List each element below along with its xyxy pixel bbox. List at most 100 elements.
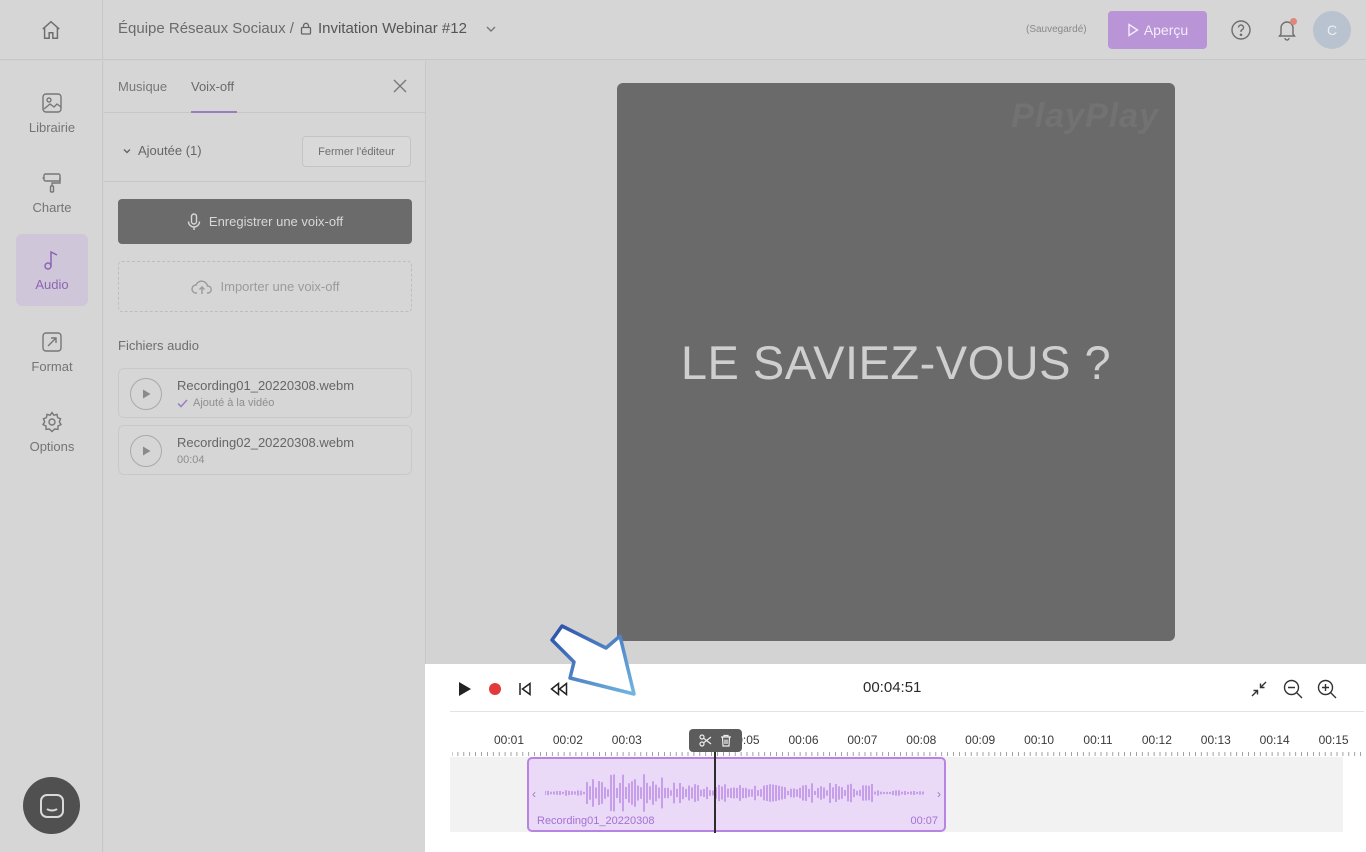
chat-icon — [39, 793, 64, 818]
zoom-in-button[interactable] — [1317, 679, 1337, 699]
skip-start-icon — [519, 682, 531, 696]
avatar[interactable]: C — [1313, 11, 1351, 49]
microphone-icon — [187, 212, 201, 230]
notification-dot — [1290, 18, 1297, 25]
breadcrumb: Équipe Réseaux Sociaux / Invitation Webi… — [118, 20, 499, 37]
import-label: Importer une voix-off — [220, 279, 340, 294]
timeline-divider — [450, 711, 1364, 712]
tick-label: 00:01 — [493, 733, 525, 747]
check-icon — [177, 398, 188, 408]
tick-label: 00:11 — [1083, 733, 1113, 747]
trash-icon[interactable] — [720, 734, 732, 747]
tick-label: 00:14 — [1259, 733, 1290, 747]
collapse-icon — [1251, 681, 1267, 697]
added-section: Ajoutée (1) Fermer l'éditeur — [104, 114, 426, 182]
nav-label: Librairie — [28, 119, 76, 135]
record-voiceover-button[interactable]: Enregistrer une voix-off — [118, 199, 412, 244]
record-button[interactable] — [485, 679, 505, 699]
nav-item-audio[interactable]: Audio — [16, 234, 88, 306]
time-ruler[interactable] — [452, 750, 1364, 756]
current-time: 00:04:51 — [863, 679, 922, 696]
play-outline-icon — [1128, 23, 1139, 37]
breadcrumb-team[interactable]: Équipe Réseaux Sociaux / — [118, 20, 294, 37]
list-item[interactable]: Recording01_20220308.webm Ajouté à la vi… — [118, 368, 412, 418]
preview-button[interactable]: Aperçu — [1108, 11, 1207, 49]
file-status: Ajouté à la vidéo — [177, 397, 274, 409]
project-title[interactable]: Invitation Webinar #12 — [318, 20, 467, 37]
top-bar: Équipe Réseaux Sociaux / Invitation Webi… — [0, 0, 1366, 60]
tab-musique[interactable]: Musique — [118, 79, 167, 94]
play-icon — [459, 682, 471, 696]
scissors-icon[interactable] — [699, 734, 712, 747]
nav-item-charte[interactable]: Charte — [16, 157, 88, 229]
audio-clip[interactable]: ‹ › Recording01_20220308 00:07 — [527, 757, 946, 832]
zoom-in-icon — [1317, 679, 1337, 699]
voiceover-panel: Musique Voix-off Ajoutée (1) Fermer l'éd… — [104, 61, 426, 852]
nav-item-options[interactable]: Options — [16, 396, 88, 468]
file-name: Recording01_20220308.webm — [177, 378, 355, 393]
file-duration: 00:04 — [177, 454, 205, 466]
close-icon[interactable] — [391, 77, 409, 95]
watermark-logo: PlayPlay — [1011, 97, 1159, 135]
close-editor-button[interactable]: Fermer l'éditeur — [302, 136, 411, 167]
clip-trim-right-icon[interactable]: › — [937, 787, 941, 801]
tick-label: 00:09 — [965, 733, 996, 747]
home-button[interactable] — [0, 0, 103, 60]
panel-tabs: Musique Voix-off — [104, 61, 426, 113]
lock-icon — [300, 22, 312, 35]
slide-headline[interactable]: LE SAVIEZ-VOUS ? — [617, 335, 1175, 390]
paint-roller-icon — [42, 172, 61, 193]
files-title: Fichiers audio — [118, 338, 199, 353]
play-button[interactable] — [130, 435, 162, 467]
nav-label: Charte — [32, 199, 72, 215]
play-icon — [142, 389, 150, 399]
fit-timeline-button[interactable] — [1249, 679, 1269, 699]
tick-label: 00:02 — [552, 733, 583, 747]
chevron-down-icon[interactable] — [483, 21, 499, 37]
tab-voix-off[interactable]: Voix-off — [191, 79, 234, 94]
pointer-arrow-icon — [550, 624, 636, 696]
chat-launcher-button[interactable] — [23, 777, 80, 834]
help-button[interactable] — [1229, 18, 1253, 42]
zoom-out-icon — [1283, 679, 1303, 699]
chevron-down-icon — [123, 148, 131, 153]
music-note-icon — [44, 250, 58, 270]
waveform — [545, 774, 924, 812]
nav-label: Options — [29, 438, 75, 454]
playhead[interactable] — [714, 739, 716, 833]
play-icon — [142, 446, 150, 456]
list-item[interactable]: Recording02_20220308.webm 00:04 — [118, 425, 412, 475]
tick-label: 00:06 — [788, 733, 819, 747]
play-button[interactable] — [455, 679, 475, 699]
nav-item-format[interactable]: Format — [16, 316, 88, 388]
tick-label: 00:08 — [906, 733, 937, 747]
help-icon — [1231, 20, 1251, 40]
tick-label: 00:13 — [1200, 733, 1231, 747]
added-label: Ajoutée (1) — [138, 143, 202, 158]
home-icon — [42, 20, 60, 39]
nav-label: Format — [31, 358, 73, 374]
skip-start-button[interactable] — [515, 679, 535, 699]
active-tab-indicator — [191, 111, 237, 113]
notifications-button[interactable] — [1275, 18, 1299, 42]
playhead-tools — [689, 729, 742, 752]
nav-item-librairie[interactable]: Librairie — [16, 77, 88, 149]
preview-stage: PlayPlay LE SAVIEZ-VOUS ? — [427, 61, 1366, 664]
record-label: Enregistrer une voix-off — [208, 214, 344, 229]
nav-label: Audio — [35, 276, 69, 292]
clip-trim-left-icon[interactable]: ‹ — [532, 787, 536, 801]
tick-label: 00:12 — [1141, 733, 1172, 747]
clip-name: Recording01_20220308 — [537, 815, 655, 827]
file-status-label: Ajouté à la vidéo — [193, 397, 275, 409]
file-name: Recording02_20220308.webm — [177, 435, 355, 450]
resize-icon — [42, 331, 62, 352]
video-slide[interactable]: PlayPlay LE SAVIEZ-VOUS ? — [617, 83, 1175, 641]
added-toggle[interactable]: Ajoutée (1) — [122, 143, 202, 158]
record-dot-icon — [489, 683, 501, 695]
library-icon — [42, 92, 62, 113]
gear-icon — [41, 410, 63, 432]
zoom-out-button[interactable] — [1283, 679, 1303, 699]
import-voiceover-button[interactable]: Importer une voix-off — [118, 261, 412, 312]
tick-label: 00:10 — [1024, 733, 1055, 747]
play-button[interactable] — [130, 378, 162, 410]
